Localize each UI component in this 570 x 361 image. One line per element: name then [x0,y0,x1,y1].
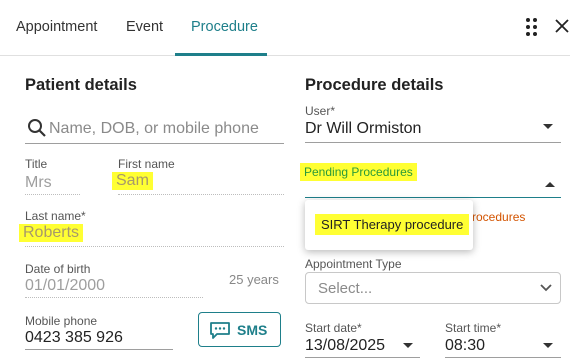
tab-procedure[interactable]: Procedure [191,19,258,35]
pending-procedures-label: Pending Procedures [300,163,417,181]
mobile-label: Mobile phone [25,314,98,328]
mobile-field[interactable]: 0423 385 926 [25,329,123,347]
search-icon [28,119,46,137]
active-tab-indicator [175,53,267,56]
last-name-field[interactable]: Roberts [19,224,84,242]
close-icon[interactable] [554,17,570,35]
sms-button-label: SMS [237,322,268,338]
first-name-underline [118,194,284,195]
start-date-field[interactable]: 13/08/2025 [305,337,385,355]
user-select-value[interactable]: Dr Will Ormiston [305,120,421,138]
appointment-type-label: Appointment Type [305,257,402,271]
start-time-underline [445,357,561,358]
dob-label: Date of birth [25,262,91,276]
age-text: 25 years [229,272,279,287]
first-name-label: First name [118,157,175,171]
patient-search-input[interactable]: Name, DOB, or mobile phone [25,116,284,144]
title-field: Mrs [25,174,52,191]
first-name-field[interactable]: Sam [112,172,153,190]
appointment-type-placeholder: Select... [318,280,373,297]
last-name-underline [25,246,284,247]
pending-procedures-helper-text: rocedures [472,210,526,224]
apps-grid-icon[interactable] [526,18,538,36]
start-time-label: Start time* [445,321,502,335]
dob-field: 01/01/2000 [25,277,106,294]
title-underline [25,194,80,195]
start-date-underline [305,357,420,358]
start-date-label: Start date* [305,321,362,335]
chevron-down-icon [540,284,552,292]
search-placeholder: Name, DOB, or mobile phone [49,120,259,137]
chevron-down-icon[interactable] [403,343,413,348]
mobile-underline [25,349,173,350]
last-name-label: Last name* [25,209,86,223]
sms-chat-icon [210,322,230,339]
patient-details-heading: Patient details [25,76,137,94]
chevron-up-icon[interactable] [545,182,555,187]
dob-underline [25,297,203,298]
tab-event[interactable]: Event [126,19,163,35]
tab-appointment[interactable]: Appointment [16,19,97,35]
tab-bar: Appointment Event Procedure [0,0,570,56]
user-label: User* [305,104,336,118]
chevron-down-icon[interactable] [543,343,553,348]
pending-procedures-dropdown: SIRT Therapy procedure [305,200,473,250]
procedure-details-heading: Procedure details [305,76,444,94]
sms-button[interactable]: SMS [198,312,281,347]
chevron-down-icon[interactable] [543,124,553,129]
appointment-type-select[interactable]: Select... [305,272,561,304]
title-label: Title [25,157,48,171]
pending-procedure-option[interactable]: SIRT Therapy procedure [315,214,470,235]
start-time-field[interactable]: 08:30 [445,337,485,355]
user-underline [305,142,561,143]
pending-procedures-underline [305,197,561,198]
